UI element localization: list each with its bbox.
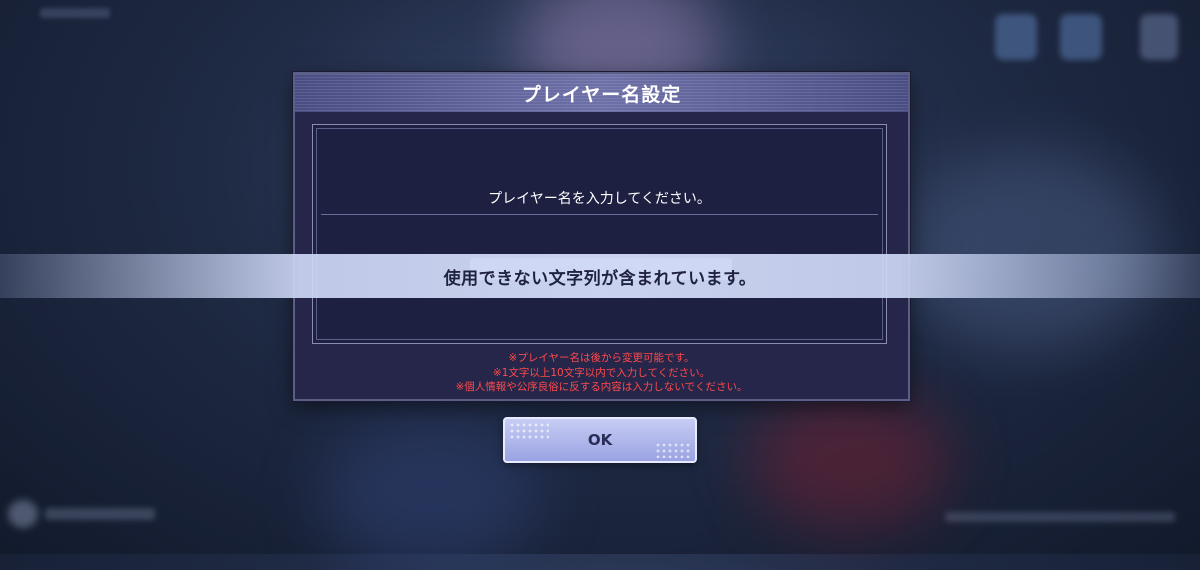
ok-button-label: OK: [587, 431, 613, 449]
dialog-header: プレイヤー名設定: [295, 74, 908, 112]
content-divider: [321, 214, 878, 215]
button-dot-decoration: [509, 422, 549, 440]
button-dot-decoration: [655, 442, 691, 458]
background-avatar-icon: [8, 500, 38, 528]
background-close-icon: [1140, 14, 1178, 60]
background-copyright: [945, 512, 1175, 522]
note-personal-info: ※個人情報や公序良俗に反する内容は入力しないでください。: [455, 381, 748, 393]
note-changeable: ※プレイヤー名は後から変更可能です。: [508, 352, 695, 364]
note-length: ※1文字以上10文字以内で入力してください。: [492, 366, 711, 379]
dialog-title: プレイヤー名設定: [521, 83, 682, 106]
background-glow-right: [900, 150, 1160, 350]
background-bottom-label: [45, 508, 155, 520]
notes: ※プレイヤー名は後から変更可能です。 ※1文字以上10文字以内で入力してください…: [295, 351, 908, 395]
dialog-content-box: プレイヤー名を入力してください。: [312, 124, 887, 344]
ok-button[interactable]: OK: [503, 417, 697, 463]
background-menu-icon: [995, 14, 1037, 60]
background-label: [40, 8, 110, 18]
error-toast: 使用できない文字列が含まれています。: [0, 254, 1200, 298]
background-settings-icon: [1060, 14, 1102, 60]
background-glow-bottom: [750, 390, 950, 530]
player-name-dialog: プレイヤー名設定 プレイヤー名を入力してください。 ※プレイヤー名は後から変更可…: [293, 72, 910, 401]
name-prompt: プレイヤー名を入力してください。: [488, 191, 711, 207]
error-toast-message: 使用できない文字列が含まれています。: [443, 268, 757, 289]
